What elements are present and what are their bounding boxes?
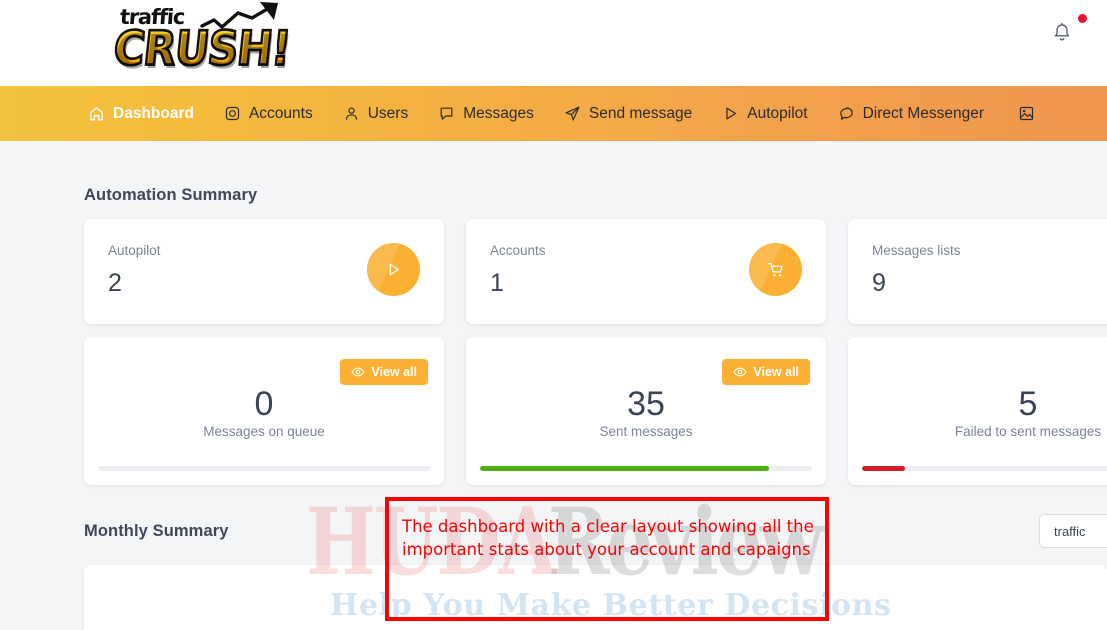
main-navigation: Dashboard Accounts Users Messages Send m <box>0 86 1107 141</box>
logo-crush-text: CRUSH! <box>110 20 294 77</box>
progress-caption: Sent messages <box>599 424 693 439</box>
notification-badge <box>1078 14 1087 23</box>
eye-icon <box>733 367 747 377</box>
nav-item-users[interactable]: Users <box>343 86 438 141</box>
nav-label-users: Users <box>367 104 409 122</box>
nav-item-autopilot[interactable]: Autopilot <box>722 86 837 141</box>
stat-value: 1 <box>490 269 504 297</box>
account-select-dropdown[interactable]: traffic <box>1039 514 1107 548</box>
progress-bar-fill <box>480 466 769 471</box>
nav-label-dashboard: Dashboard <box>113 104 194 122</box>
chat-bubble-icon <box>438 105 455 122</box>
stat-icon-badge <box>749 243 802 296</box>
account-select-value: traffic <box>1054 523 1086 539</box>
nav-item-media[interactable] <box>1018 86 1043 141</box>
stat-label: Accounts <box>490 243 546 258</box>
stat-label: Autopilot <box>108 243 161 258</box>
stat-icon-badge <box>367 243 420 296</box>
bell-icon <box>1054 22 1070 41</box>
nav-label-direct-messenger: Direct Messenger <box>862 104 985 122</box>
paper-plane-icon <box>564 105 581 122</box>
stat-value: 9 <box>872 269 886 297</box>
progress-card-failed: 5 Failed to sent messages <box>848 337 1107 485</box>
progress-caption: Messages on queue <box>203 424 325 439</box>
progress-caption: Failed to sent messages <box>954 424 1102 439</box>
nav-item-direct-messenger[interactable]: Direct Messenger <box>838 86 1014 141</box>
play-triangle-icon <box>722 105 739 122</box>
progress-value: 5 <box>1018 385 1038 423</box>
message-circle-icon <box>838 105 855 122</box>
notifications-button[interactable] <box>1051 14 1087 44</box>
progress-bar-fill <box>862 466 906 471</box>
home-icon <box>88 105 105 122</box>
progress-value: 35 <box>627 385 665 423</box>
automation-summary-heading: Automation Summary <box>84 186 258 204</box>
progress-value: 0 <box>254 385 274 423</box>
view-all-button[interactable]: View all <box>340 359 428 385</box>
eye-icon <box>351 367 365 377</box>
nav-item-accounts[interactable]: Accounts <box>224 86 343 141</box>
stat-card-accounts[interactable]: Accounts 1 <box>466 219 826 324</box>
view-all-label: View all <box>371 365 417 379</box>
brand-logo[interactable]: traffic CRUSH! <box>110 2 294 82</box>
stat-value: 2 <box>108 269 122 297</box>
nav-item-messages[interactable]: Messages <box>438 86 564 141</box>
progress-card-queue: View all 0 Messages on queue <box>84 337 444 485</box>
shopping-cart-icon <box>767 262 783 276</box>
progress-bar <box>862 466 1107 471</box>
stat-label: Messages lists <box>872 243 961 258</box>
instagram-camera-icon <box>224 105 241 122</box>
stat-card-autopilot[interactable]: Autopilot 2 <box>84 219 444 324</box>
stat-card-messages-lists[interactable]: Messages lists 9 <box>848 219 1107 324</box>
user-icon <box>343 105 360 122</box>
annotation-callout: The dashboard with a clear layout showin… <box>385 497 829 621</box>
view-all-label: View all <box>753 365 799 379</box>
nav-label-accounts: Accounts <box>248 104 313 122</box>
play-triangle-icon <box>389 263 399 276</box>
nav-label-send-message: Send message <box>588 104 693 122</box>
progress-bar <box>480 466 812 471</box>
nav-item-dashboard[interactable]: Dashboard <box>88 86 224 141</box>
progress-bar <box>98 466 430 471</box>
nav-label-messages: Messages <box>463 104 534 122</box>
top-bar: traffic CRUSH! <box>0 0 1107 86</box>
monthly-summary-heading: Monthly Summary <box>84 522 229 540</box>
app-root: traffic CRUSH! Dashboard Accounts Users … <box>0 0 1107 630</box>
image-icon <box>1018 105 1035 122</box>
progress-card-sent: View all 35 Sent messages <box>466 337 826 485</box>
nav-item-send-message[interactable]: Send message <box>564 86 722 141</box>
view-all-button[interactable]: View all <box>722 359 810 385</box>
nav-label-autopilot: Autopilot <box>747 104 808 122</box>
